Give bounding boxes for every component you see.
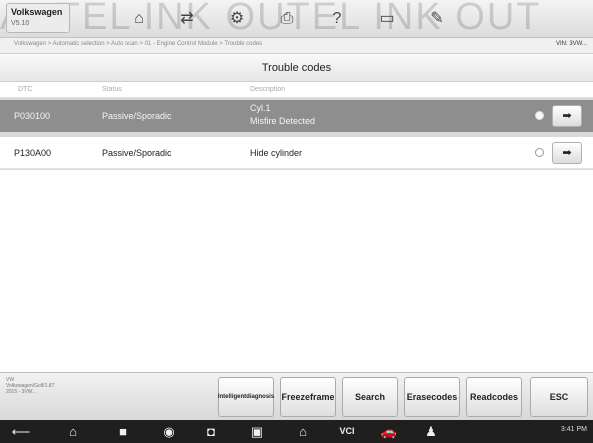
vehicle-selector[interactable]: Volkswagen V5.10 — [6, 3, 70, 33]
erase-codes-button[interactable]: Erase codes — [404, 377, 460, 417]
clock: 3:41 PM — [560, 426, 587, 433]
print-icon[interactable]: ⎙ — [278, 10, 296, 28]
camera-icon[interactable]: ◘ — [200, 423, 222, 440]
help-arrow-button[interactable]: ➡ — [552, 105, 582, 127]
row-select-radio[interactable] — [535, 111, 544, 120]
empty-list-area — [0, 170, 593, 372]
home-icon[interactable]: ⌂ — [130, 10, 148, 28]
column-description: Description — [250, 86, 286, 93]
swap-icon[interactable]: ⇄ — [178, 10, 196, 28]
browser-icon[interactable]: ◉ — [158, 423, 180, 440]
page-title: Trouble codes — [261, 62, 332, 74]
search-button[interactable]: Search — [342, 377, 398, 417]
vehicle-brand: Volkswagen — [11, 7, 63, 17]
help-arrow-button[interactable]: ➡ — [552, 142, 582, 164]
help-icon[interactable]: ? — [328, 10, 346, 28]
vci-icon[interactable]: VCI — [330, 423, 364, 440]
home-icon[interactable]: ⌂ — [62, 423, 84, 440]
read-codes-button[interactable]: Read codes — [466, 377, 522, 417]
table-row[interactable]: P130A00 Passive/Sporadic Hide cylinder ➡ — [0, 137, 593, 169]
intelligent-diagnosis-button[interactable]: Intelligent diagnosis — [218, 377, 274, 417]
column-dtc: DTC — [18, 86, 33, 93]
vehicle-version: V5.10 — [11, 20, 30, 27]
esc-button[interactable]: ESC — [530, 377, 588, 417]
back-icon[interactable]: ⟵ — [10, 423, 32, 440]
info-line: 2015 - 3VW... — [6, 389, 37, 395]
settings-icon[interactable]: ⚙ — [228, 10, 246, 28]
dtc-code: P030100 — [14, 111, 51, 121]
breadcrumb: Volkswagen > Automatic selection > Auto … — [14, 41, 263, 47]
table-header: DTC Status Description — [0, 82, 593, 98]
vin-label: VIN: 3VW... — [555, 41, 587, 47]
screenshot-icon[interactable]: ▣ — [246, 423, 268, 440]
edit-icon[interactable]: ✎ — [428, 10, 446, 28]
column-status: Status — [102, 86, 122, 93]
dtc-code: P130A00 — [14, 148, 52, 158]
table-row[interactable]: P030100 Passive/Sporadic Cyl.1 Misfire D… — [0, 100, 593, 132]
dtc-description: Cyl.1 — [250, 103, 271, 113]
system-nav-bar: ⟵ ⌂ ■ ◉ ◘ ▣ ⌂ VCI 🚗 ♟ 3:41 PM — [0, 420, 593, 443]
vehicle-info: VW Volkswagen/Golf/1.8T 2015 - 3VW... — [6, 377, 55, 395]
watermark: AUTEL INK OUTEL INK OUT — [0, 0, 542, 38]
top-toolbar: AUTEL INK OUTEL INK OUT Volkswagen V5.10… — [0, 0, 593, 38]
freeze-frame-button[interactable]: Freeze frame — [280, 377, 336, 417]
recent-apps-icon[interactable]: ■ — [112, 423, 134, 440]
user-icon[interactable]: ♟ — [420, 423, 442, 440]
row-select-radio[interactable] — [535, 148, 544, 157]
dtc-description-detail: Misfire Detected — [250, 116, 316, 126]
dtc-status: Passive/Sporadic — [102, 148, 172, 158]
dtc-description: Hide cylinder — [250, 148, 303, 158]
function-bar: VW Volkswagen/Golf/1.8T 2015 - 3VW... In… — [0, 372, 593, 420]
title-bar: Trouble codes — [0, 54, 593, 82]
dtc-status: Passive/Sporadic — [102, 111, 172, 121]
save-icon[interactable]: ▭ — [378, 10, 396, 28]
breadcrumb-bar: Volkswagen > Automatic selection > Auto … — [0, 38, 593, 54]
car-icon[interactable]: 🚗 — [378, 423, 400, 440]
home-diag-icon[interactable]: ⌂ — [292, 423, 314, 440]
